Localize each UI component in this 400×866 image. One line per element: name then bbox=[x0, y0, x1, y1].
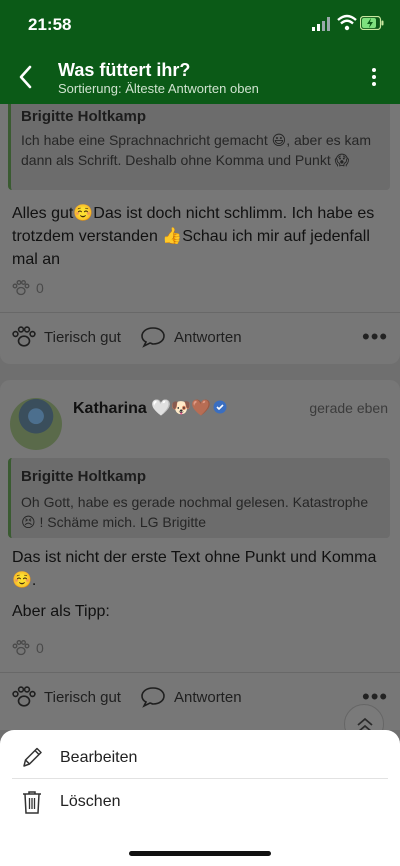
avatar[interactable] bbox=[10, 398, 62, 450]
answer-card: Katharina 🤍🐶🤎 gerade eben Brigitte Holtk… bbox=[0, 380, 400, 730]
reaction-summary[interactable]: 0 bbox=[12, 640, 44, 656]
quote-author: Brigitte Holtkamp bbox=[21, 108, 147, 125]
delete-option[interactable]: Löschen bbox=[0, 780, 400, 824]
pencil-icon bbox=[23, 747, 42, 767]
wifi-icon bbox=[337, 14, 357, 31]
reaction-summary[interactable]: 0 bbox=[12, 280, 44, 296]
quoted-message[interactable]: Brigitte Holtkamp Oh Gott, habe es gerad… bbox=[8, 458, 390, 538]
reaction-count: 0 bbox=[36, 640, 44, 656]
paw-icon bbox=[12, 686, 36, 707]
more-vertical-icon[interactable] bbox=[367, 66, 381, 88]
battery-charging-icon bbox=[360, 16, 384, 30]
author-name[interactable]: Katharina 🤍🐶🤎 bbox=[73, 398, 211, 418]
like-label: Tierisch gut bbox=[44, 688, 121, 706]
paw-icon bbox=[12, 280, 30, 296]
verified-badge-icon bbox=[213, 400, 227, 414]
quote-text: Oh Gott, habe es gerade nochmal gelesen.… bbox=[21, 494, 369, 530]
like-button[interactable]: Tierisch gut bbox=[12, 686, 121, 708]
sort-subtitle[interactable]: Sortierung: Älteste Antworten oben bbox=[58, 81, 259, 96]
cellular-signal-icon bbox=[312, 17, 330, 31]
post-timestamp: gerade eben bbox=[309, 400, 388, 416]
like-label: Tierisch gut bbox=[44, 328, 121, 346]
edit-label: Bearbeiten bbox=[60, 749, 138, 766]
answers-feed[interactable]: Brigitte Holtkamp Ich habe eine Sprachna… bbox=[0, 104, 400, 730]
answer-text: Das ist nicht der erste Text ohne Punkt … bbox=[12, 549, 377, 589]
page-title: Was füttert ihr? bbox=[58, 60, 191, 80]
answer-card: Brigitte Holtkamp Ich habe eine Sprachna… bbox=[0, 104, 400, 364]
reply-label: Antworten bbox=[174, 328, 242, 346]
quote-author: Brigitte Holtkamp bbox=[21, 468, 147, 485]
reply-button[interactable]: Antworten bbox=[140, 326, 242, 348]
answer-text: Alles gut☺️Das ist doch nicht schlimm. I… bbox=[12, 205, 375, 268]
reply-button[interactable]: Antworten bbox=[140, 686, 242, 708]
paw-icon bbox=[12, 640, 30, 656]
action-sheet: Bearbeiten Löschen bbox=[0, 730, 400, 866]
speech-bubble-icon bbox=[141, 687, 165, 708]
divider bbox=[0, 672, 400, 673]
edit-option[interactable]: Bearbeiten bbox=[0, 736, 400, 780]
reaction-count: 0 bbox=[36, 280, 44, 296]
divider bbox=[0, 312, 400, 313]
more-options-button[interactable]: ••• bbox=[362, 324, 388, 350]
divider bbox=[12, 778, 388, 779]
app-bar: Was füttert ihr? Sortierung: Älteste Ant… bbox=[0, 52, 400, 104]
reply-label: Antworten bbox=[174, 688, 242, 706]
back-arrow-icon[interactable] bbox=[16, 64, 36, 90]
answer-text-continued: Aber als Tipp: bbox=[12, 603, 110, 620]
paw-icon bbox=[12, 326, 36, 347]
status-time: 21:58 bbox=[28, 15, 72, 34]
home-indicator bbox=[129, 851, 271, 856]
like-button[interactable]: Tierisch gut bbox=[12, 326, 121, 348]
status-bar: 21:58 bbox=[0, 0, 400, 52]
trash-icon bbox=[23, 791, 41, 814]
delete-label: Löschen bbox=[60, 793, 121, 810]
quoted-message[interactable]: Brigitte Holtkamp Ich habe eine Sprachna… bbox=[8, 104, 390, 190]
speech-bubble-icon bbox=[141, 327, 165, 348]
quote-text: Ich habe eine Sprachnachricht gemacht 😃,… bbox=[21, 132, 372, 168]
